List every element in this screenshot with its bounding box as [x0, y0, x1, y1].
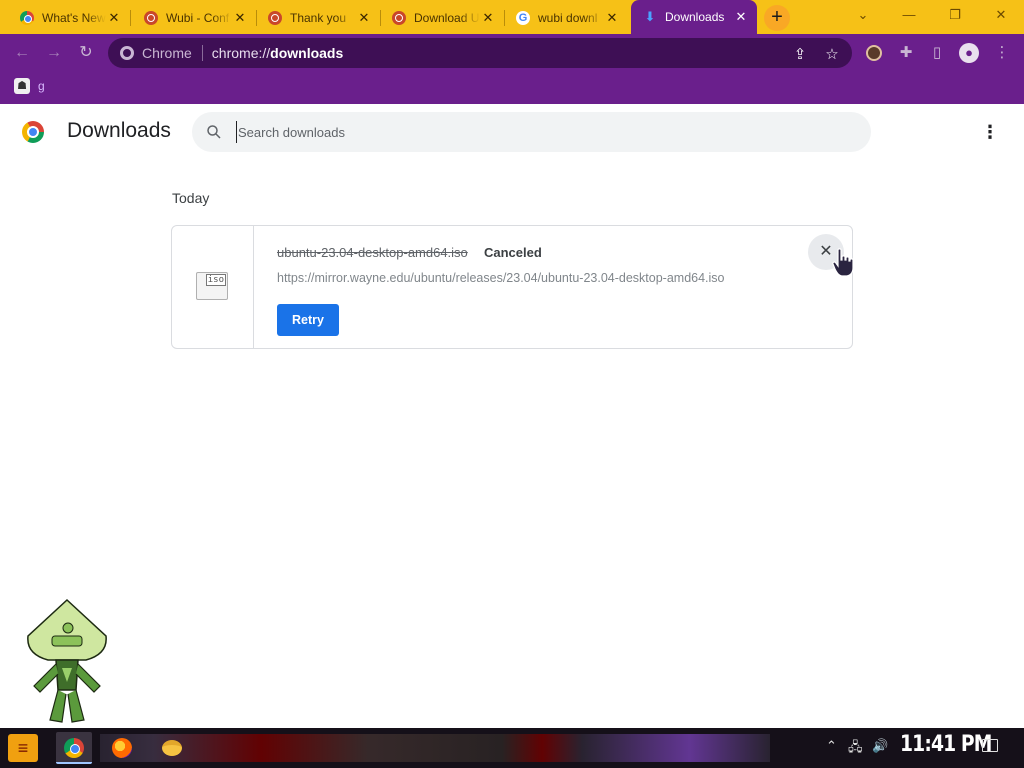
tab-separator	[130, 10, 131, 26]
search-input[interactable]	[236, 121, 836, 143]
chrome-logo-icon	[22, 121, 44, 143]
profile-avatar-icon[interactable]: ●	[959, 43, 979, 63]
taskbar-wallpaper-strip	[100, 734, 770, 762]
bookmark-label: g	[38, 79, 45, 93]
google-icon: G	[516, 11, 530, 25]
start-button[interactable]: ≡	[8, 734, 38, 762]
taskbar: ≡ ⌃ 🖧 🔊 11:41 PM	[0, 728, 1024, 768]
extension-avatar-icon[interactable]	[866, 45, 882, 61]
search-box[interactable]	[192, 112, 871, 152]
chrome-icon	[20, 11, 34, 25]
taskbar-clock[interactable]: 11:41 PM	[900, 732, 992, 757]
back-button[interactable]: ←	[11, 42, 33, 64]
tab-label: Wubi - Conf	[166, 11, 230, 25]
new-tab-button[interactable]: +	[764, 5, 790, 31]
share-icon[interactable]: ⇪	[790, 45, 810, 63]
more-actions-menu-icon[interactable]: ⋮	[980, 121, 1000, 145]
close-icon[interactable]: ✕	[356, 10, 372, 26]
tab-label: Download Ub	[414, 11, 480, 25]
download-status: Canceled	[484, 245, 542, 260]
address-bar[interactable]: Chrome chrome://downloads ⇪ ☆	[108, 38, 852, 68]
omnibox-url[interactable]: chrome://downloads	[212, 45, 343, 61]
ubuntu-icon	[392, 11, 406, 25]
notification-center-icon[interactable]	[982, 739, 998, 752]
bookmarks-bar: ☗ g	[0, 72, 1024, 104]
bookmark-star-icon[interactable]: ☆	[822, 45, 842, 63]
download-file-name[interactable]: ubuntu-23.04-desktop-amd64.iso	[277, 245, 468, 260]
tab-wubi-conf[interactable]: Wubi - Conf ✕	[132, 4, 257, 32]
iso-file-icon: iso	[196, 272, 228, 300]
forward-button[interactable]: →	[43, 42, 65, 64]
omnibox-scheme-label: Chrome	[142, 45, 192, 61]
close-window-button[interactable]: ✕	[978, 0, 1024, 34]
taskbar-file-explorer[interactable]	[154, 732, 190, 764]
tab-label: wubi downl	[538, 11, 598, 25]
ubuntu-icon	[268, 11, 282, 25]
bookmark-favicon-icon: ☗	[14, 78, 30, 94]
tab-label: Thank you	[290, 11, 347, 25]
tab-search-chevron-icon[interactable]: ⌄	[840, 0, 886, 34]
download-item-card: iso ubuntu-23.04-desktop-amd64.iso Cance…	[171, 225, 853, 349]
firefox-icon	[112, 738, 132, 758]
bookmark-item[interactable]: ☗ g	[14, 78, 45, 94]
tab-whats-new[interactable]: What's New ✕	[8, 4, 131, 32]
download-icon: ⬇	[644, 9, 656, 24]
date-section-label: Today	[172, 190, 210, 206]
file-icon-column: iso	[172, 226, 254, 348]
chrome-site-icon	[120, 46, 134, 60]
restore-button[interactable]: ❐	[932, 0, 978, 34]
taskbar-firefox[interactable]	[104, 732, 140, 764]
tab-download-ubuntu[interactable]: Download Ub ✕	[380, 4, 505, 32]
tab-downloads[interactable]: ⬇ Downloads ✕	[631, 0, 757, 34]
chrome-icon	[64, 738, 84, 758]
search-icon	[207, 125, 221, 139]
browser-toolbar: ← → ↻ Chrome chrome://downloads ⇪ ☆ ✚ ▯ …	[0, 34, 1024, 72]
url-host: downloads	[270, 45, 344, 61]
minimize-button[interactable]: —	[886, 0, 932, 34]
close-icon[interactable]: ✕	[232, 10, 248, 26]
network-icon[interactable]: 🖧	[848, 738, 863, 760]
desktop-mascot-character	[27, 598, 107, 723]
taskbar-chrome[interactable]	[56, 732, 92, 764]
tab-label: Downloads	[665, 10, 725, 24]
ubuntu-icon	[144, 11, 158, 25]
hand-cursor-icon	[832, 248, 854, 277]
url-prefix: chrome://	[211, 45, 271, 61]
retry-button[interactable]: Retry	[277, 304, 339, 336]
download-source-url[interactable]: https://mirror.wayne.edu/ubuntu/releases…	[277, 271, 725, 285]
file-type-label: iso	[205, 274, 226, 286]
page-title: Downloads	[67, 119, 171, 142]
volume-icon[interactable]: 🔊	[872, 738, 888, 754]
browser-menu-icon[interactable]: ⋮	[992, 43, 1012, 63]
close-icon[interactable]: ✕	[106, 10, 122, 26]
close-icon[interactable]: ✕	[480, 10, 496, 26]
reload-button[interactable]: ↻	[75, 42, 97, 64]
folder-icon	[162, 740, 182, 756]
tab-strip: What's New ✕ Wubi - Conf ✕ Thank you ✕ D…	[0, 0, 1024, 34]
tab-thank-you[interactable]: Thank you ✕	[256, 4, 381, 32]
close-icon[interactable]: ✕	[733, 9, 749, 25]
extensions-puzzle-icon[interactable]: ✚	[896, 43, 916, 63]
close-icon[interactable]: ✕	[604, 10, 620, 26]
tab-wubi-download-search[interactable]: G wubi downl ✕	[504, 4, 628, 32]
downloads-header: Downloads ⋮	[0, 104, 1024, 160]
tab-label: What's New	[42, 11, 106, 25]
side-panel-icon[interactable]: ▯	[927, 43, 947, 63]
omnibox-divider	[201, 45, 203, 61]
tray-chevron-up-icon[interactable]: ⌃	[826, 738, 837, 754]
